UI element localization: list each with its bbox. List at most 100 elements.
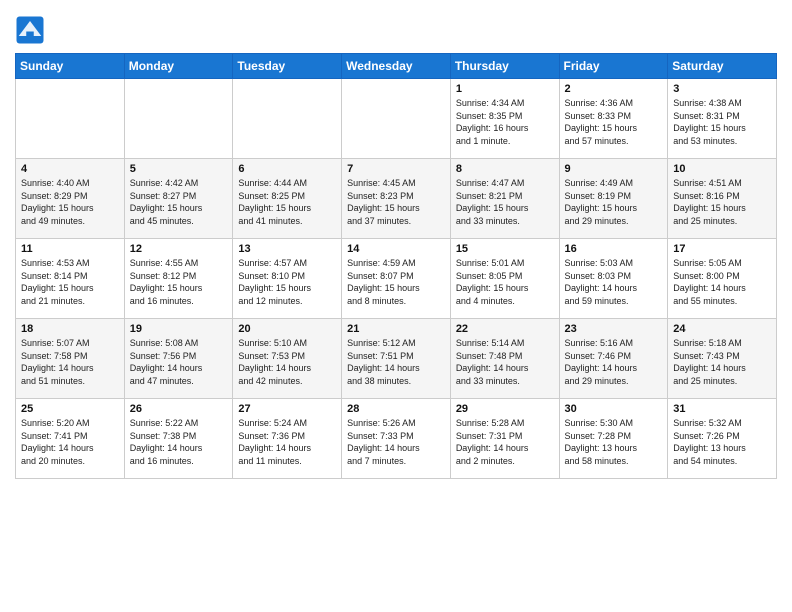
calendar-table: SundayMondayTuesdayWednesdayThursdayFrid… — [15, 53, 777, 479]
day-info: Sunrise: 4:57 AM Sunset: 8:10 PM Dayligh… — [238, 257, 336, 307]
calendar-body: 1 Sunrise: 4:34 AM Sunset: 8:35 PM Daylig… — [16, 79, 777, 479]
day-info: Sunrise: 5:03 AM Sunset: 8:03 PM Dayligh… — [565, 257, 663, 307]
day-number: 23 — [565, 323, 663, 335]
cell-1-1: 5Sunrise: 4:42 AM Sunset: 8:27 PM Daylig… — [124, 159, 233, 239]
week-row-2: 4 Sunrise: 4:40 AM Sunset: 8:29 PM Daylig… — [16, 159, 777, 239]
day-info: Sunrise: 4:44 AM Sunset: 8:25 PM Dayligh… — [238, 177, 336, 227]
cell-3-5: 23 Sunrise: 5:16 AM Sunset: 7:46 PM Dayli… — [559, 319, 668, 399]
day-number: 1 — [456, 83, 554, 95]
day-info: Sunrise: 4:47 AM Sunset: 8:21 PM Dayligh… — [456, 177, 554, 227]
cell-3-6: 24 Sunrise: 5:18 AM Sunset: 7:43 PM Dayli… — [668, 319, 777, 399]
cell-0-6: 3Sunrise: 4:38 AM Sunset: 8:31 PM Daylig… — [668, 79, 777, 159]
day-info: Sunrise: 4:34 AM Sunset: 8:35 PM Dayligh… — [456, 97, 554, 147]
day-info: Sunrise: 4:38 AM Sunset: 8:31 PM Dayligh… — [673, 97, 771, 147]
day-number: 22 — [456, 323, 554, 335]
day-number: 21 — [347, 323, 445, 335]
cell-3-2: 20 Sunrise: 5:10 AM Sunset: 7:53 PM Dayli… — [233, 319, 342, 399]
cell-0-5: 2 Sunrise: 4:36 AM Sunset: 8:33 PM Daylig… — [559, 79, 668, 159]
day-info: Sunrise: 5:16 AM Sunset: 7:46 PM Dayligh… — [565, 337, 663, 387]
cell-4-3: 28Sunrise: 5:26 AM Sunset: 7:33 PM Dayli… — [342, 399, 451, 479]
cell-2-5: 16Sunrise: 5:03 AM Sunset: 8:03 PM Dayli… — [559, 239, 668, 319]
cell-2-6: 17 Sunrise: 5:05 AM Sunset: 8:00 PM Dayli… — [668, 239, 777, 319]
day-number: 13 — [238, 243, 336, 255]
day-info: Sunrise: 5:28 AM Sunset: 7:31 PM Dayligh… — [456, 417, 554, 467]
header-saturday: Saturday — [668, 54, 777, 79]
header-sunday: Sunday — [16, 54, 125, 79]
day-info: Sunrise: 4:51 AM Sunset: 8:16 PM Dayligh… — [673, 177, 771, 227]
day-info: Sunrise: 5:01 AM Sunset: 8:05 PM Dayligh… — [456, 257, 554, 307]
cell-3-0: 18 Sunrise: 5:07 AM Sunset: 7:58 PM Dayli… — [16, 319, 125, 399]
day-info: Sunrise: 5:08 AM Sunset: 7:56 PM Dayligh… — [130, 337, 228, 387]
day-number: 7 — [347, 163, 445, 175]
cell-2-2: 13 Sunrise: 4:57 AM Sunset: 8:10 PM Dayli… — [233, 239, 342, 319]
cell-0-3 — [342, 79, 451, 159]
day-number: 29 — [456, 403, 554, 415]
day-info: Sunrise: 5:14 AM Sunset: 7:48 PM Dayligh… — [456, 337, 554, 387]
day-info: Sunrise: 5:24 AM Sunset: 7:36 PM Dayligh… — [238, 417, 336, 467]
cell-0-0 — [16, 79, 125, 159]
day-info: Sunrise: 5:30 AM Sunset: 7:28 PM Dayligh… — [565, 417, 663, 467]
day-number: 9 — [565, 163, 663, 175]
cell-0-2 — [233, 79, 342, 159]
day-info: Sunrise: 4:53 AM Sunset: 8:14 PM Dayligh… — [21, 257, 119, 307]
day-info: Sunrise: 5:20 AM Sunset: 7:41 PM Dayligh… — [21, 417, 119, 467]
day-number: 6 — [238, 163, 336, 175]
cell-1-0: 4 Sunrise: 4:40 AM Sunset: 8:29 PM Daylig… — [16, 159, 125, 239]
day-number: 15 — [456, 243, 554, 255]
cell-4-6: 31 Sunrise: 5:32 AM Sunset: 7:26 PM Dayli… — [668, 399, 777, 479]
cell-1-5: 9 Sunrise: 4:49 AM Sunset: 8:19 PM Daylig… — [559, 159, 668, 239]
day-info: Sunrise: 4:36 AM Sunset: 8:33 PM Dayligh… — [565, 97, 663, 147]
day-number: 18 — [21, 323, 119, 335]
week-row-1: 1 Sunrise: 4:34 AM Sunset: 8:35 PM Daylig… — [16, 79, 777, 159]
day-number: 31 — [673, 403, 771, 415]
day-info: Sunrise: 5:12 AM Sunset: 7:51 PM Dayligh… — [347, 337, 445, 387]
day-number: 11 — [21, 243, 119, 255]
day-info: Sunrise: 4:59 AM Sunset: 8:07 PM Dayligh… — [347, 257, 445, 307]
cell-2-0: 11 Sunrise: 4:53 AM Sunset: 8:14 PM Dayli… — [16, 239, 125, 319]
cell-2-4: 15 Sunrise: 5:01 AM Sunset: 8:05 PM Dayli… — [450, 239, 559, 319]
day-number: 10 — [673, 163, 771, 175]
header-thursday: Thursday — [450, 54, 559, 79]
week-row-3: 11 Sunrise: 4:53 AM Sunset: 8:14 PM Dayli… — [16, 239, 777, 319]
cell-2-3: 14 Sunrise: 4:59 AM Sunset: 8:07 PM Dayli… — [342, 239, 451, 319]
day-info: Sunrise: 5:32 AM Sunset: 7:26 PM Dayligh… — [673, 417, 771, 467]
day-info: Sunrise: 5:07 AM Sunset: 7:58 PM Dayligh… — [21, 337, 119, 387]
day-info: Sunrise: 5:10 AM Sunset: 7:53 PM Dayligh… — [238, 337, 336, 387]
header-monday: Monday — [124, 54, 233, 79]
day-info: Sunrise: 4:49 AM Sunset: 8:19 PM Dayligh… — [565, 177, 663, 227]
day-number: 19 — [130, 323, 228, 335]
day-info: Sunrise: 5:05 AM Sunset: 8:00 PM Dayligh… — [673, 257, 771, 307]
day-number: 8 — [456, 163, 554, 175]
logo-icon — [15, 15, 45, 45]
day-info: Sunrise: 5:22 AM Sunset: 7:38 PM Dayligh… — [130, 417, 228, 467]
day-number: 14 — [347, 243, 445, 255]
header-friday: Friday — [559, 54, 668, 79]
header — [15, 10, 777, 45]
cell-3-1: 19 Sunrise: 5:08 AM Sunset: 7:56 PM Dayli… — [124, 319, 233, 399]
header-wednesday: Wednesday — [342, 54, 451, 79]
cell-2-1: 12Sunrise: 4:55 AM Sunset: 8:12 PM Dayli… — [124, 239, 233, 319]
cell-4-1: 26 Sunrise: 5:22 AM Sunset: 7:38 PM Dayli… — [124, 399, 233, 479]
day-info: Sunrise: 5:18 AM Sunset: 7:43 PM Dayligh… — [673, 337, 771, 387]
day-number: 24 — [673, 323, 771, 335]
day-number: 30 — [565, 403, 663, 415]
day-number: 17 — [673, 243, 771, 255]
day-info: Sunrise: 4:40 AM Sunset: 8:29 PM Dayligh… — [21, 177, 119, 227]
day-number: 26 — [130, 403, 228, 415]
day-info: Sunrise: 4:45 AM Sunset: 8:23 PM Dayligh… — [347, 177, 445, 227]
header-tuesday: Tuesday — [233, 54, 342, 79]
day-info: Sunrise: 4:55 AM Sunset: 8:12 PM Dayligh… — [130, 257, 228, 307]
cell-0-4: 1 Sunrise: 4:34 AM Sunset: 8:35 PM Daylig… — [450, 79, 559, 159]
day-number: 2 — [565, 83, 663, 95]
day-number: 5 — [130, 163, 228, 175]
cell-4-2: 27 Sunrise: 5:24 AM Sunset: 7:36 PM Dayli… — [233, 399, 342, 479]
week-row-5: 25 Sunrise: 5:20 AM Sunset: 7:41 PM Dayli… — [16, 399, 777, 479]
cell-0-1 — [124, 79, 233, 159]
day-number: 25 — [21, 403, 119, 415]
day-number: 27 — [238, 403, 336, 415]
cell-3-4: 22 Sunrise: 5:14 AM Sunset: 7:48 PM Dayli… — [450, 319, 559, 399]
cell-1-2: 6 Sunrise: 4:44 AM Sunset: 8:25 PM Daylig… — [233, 159, 342, 239]
header-row: SundayMondayTuesdayWednesdayThursdayFrid… — [16, 54, 777, 79]
day-number: 4 — [21, 163, 119, 175]
day-number: 20 — [238, 323, 336, 335]
